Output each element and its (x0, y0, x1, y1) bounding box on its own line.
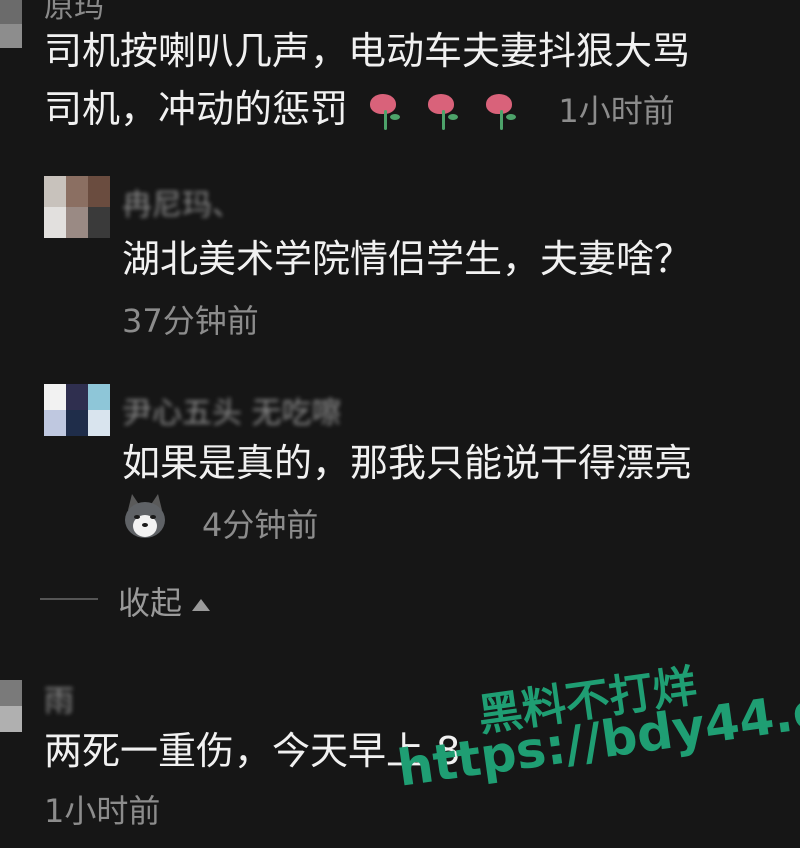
collapse-divider (40, 598, 98, 600)
caret-up-icon (192, 599, 211, 611)
comment-3-avatar[interactable] (44, 384, 110, 436)
collapse-replies-button[interactable]: 收起 (118, 578, 211, 624)
comment-1-text-line2: 司机，冲动的惩罚 (44, 87, 349, 131)
comment-2-timestamp: 37分钟前 (122, 302, 259, 340)
comment-1-text-line2-row: 司机，冲动的惩罚 1小时前 (44, 80, 675, 140)
comment-3-text: 如果是真的，那我只能说干得漂亮 (122, 441, 693, 485)
comment-2-avatar[interactable] (44, 176, 110, 238)
comment-3-username[interactable]: 尹心五头 无吃嚓 (122, 388, 342, 432)
comment-4-timestamp: 1小时前 (44, 792, 161, 830)
flower-emoji-icon (366, 92, 406, 132)
comment-1-timestamp: 1小时前 (558, 92, 675, 130)
comment-1-text: 司机按喇叭几声，电动车夫妻抖狠大骂 (44, 22, 690, 80)
comment-1-avatar[interactable] (0, 0, 22, 48)
comment-4-username[interactable]: 雨 (44, 676, 74, 720)
comment-4-avatar[interactable] (0, 680, 22, 732)
comment-2-username[interactable]: 冉尼玛、 (122, 180, 242, 224)
comment-2-text: 湖北美术学院情侣学生，夫妻啥？ (122, 237, 693, 281)
collapse-label: 收起 (118, 584, 183, 622)
flower-emoji-icon (482, 92, 522, 132)
comment-3-timestamp: 4分钟前 (202, 506, 319, 544)
wolf-emoji-icon (125, 494, 165, 538)
comment-1-text-line1: 司机按喇叭几声，电动车夫妻抖狠大骂 (44, 29, 691, 73)
flower-emoji-icon (424, 92, 464, 132)
